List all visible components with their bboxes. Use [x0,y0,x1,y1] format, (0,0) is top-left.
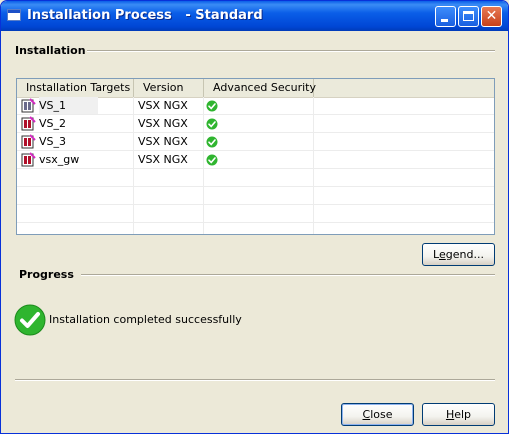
close-button[interactable]: Close [341,403,414,426]
column-header-version[interactable]: Version [134,79,204,97]
target-name: VS_2 [39,117,67,130]
minimize-button[interactable] [435,6,456,27]
version-cell: VSX NGX [138,135,188,148]
footer-separator [15,379,495,381]
installation-section-label: Installation [15,44,86,57]
gateway-icon [21,152,36,167]
gateway-icon [21,98,36,113]
window-title: Installation Process - Standard [27,8,263,23]
table-row[interactable]: VS_1 VSX NGX [17,97,494,115]
success-check-icon [14,304,46,336]
version-cell: VSX NGX [138,99,188,112]
legend-label-accesskey: e [438,248,446,261]
empty-row [17,187,494,205]
table-row[interactable]: VS_2 VSX NGX [17,115,494,133]
green-check-icon [206,154,218,166]
legend-button[interactable]: Legend... [422,243,495,266]
help-button[interactable]: Help [422,403,495,426]
help-label-part: elp [454,408,472,421]
help-label-accesskey: H [445,408,455,421]
table-row[interactable]: vsx_gw VSX NGX [17,151,494,169]
maximize-button[interactable] [458,6,479,27]
target-name: VS_1 [39,97,99,114]
table-row[interactable]: VS_3 VSX NGX [17,133,494,151]
version-cell: VSX NGX [138,117,188,130]
close-icon: ✕ [485,8,498,24]
close-window-button[interactable]: ✕ [481,6,502,27]
progress-separator [81,274,495,276]
progress-status-text: Installation completed successfully [49,313,242,326]
empty-row [17,205,494,223]
installation-dialog: Installation Process - Standard ✕ Instal… [0,0,509,434]
minimize-icon [441,19,448,22]
empty-row [17,169,494,187]
legend-label-part: gend... [445,248,484,261]
window-icon [7,9,21,21]
maximize-icon [463,11,474,21]
close-label-part: lose [370,408,393,421]
target-name: VS_3 [39,135,67,148]
gateway-icon [21,134,36,149]
target-name: vsx_gw [39,153,80,166]
progress-section-label: Progress [19,268,74,281]
gateway-icon [21,116,36,131]
list-header: Installation Targets Version Advanced Se… [17,79,494,98]
column-header-security[interactable]: Advanced Security [204,79,316,97]
version-cell: VSX NGX [138,153,188,166]
title-bar[interactable]: Installation Process - Standard ✕ [1,1,508,31]
green-check-icon [206,118,218,130]
installation-targets-list[interactable]: Installation Targets Version Advanced Se… [16,78,495,235]
installation-separator [87,50,495,52]
green-check-icon [206,136,218,148]
column-header-targets[interactable]: Installation Targets [17,79,134,97]
green-check-icon [206,100,218,112]
